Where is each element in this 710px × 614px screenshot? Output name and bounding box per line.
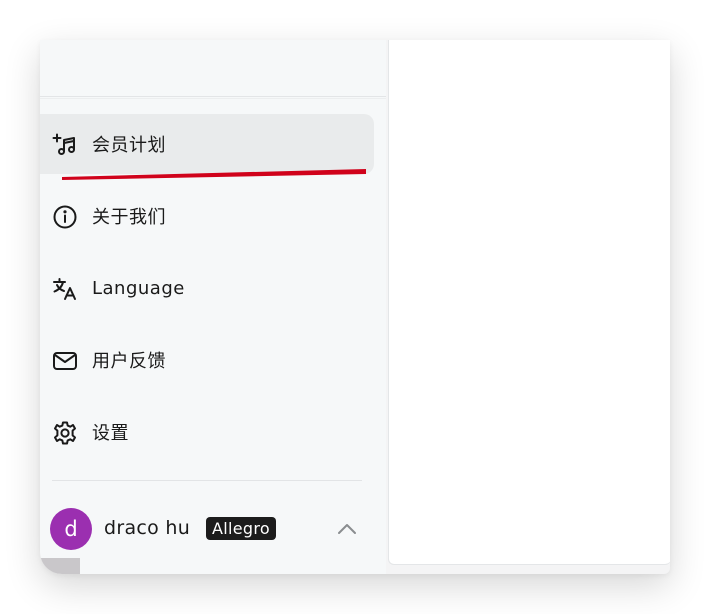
annotation-underline xyxy=(62,169,366,180)
sidebar-item-about-us[interactable]: 关于我们 xyxy=(40,186,374,246)
bottom-edge-strip xyxy=(40,558,80,574)
sidebar-top-divider-secondary xyxy=(40,98,386,99)
gear-icon xyxy=(52,420,78,446)
sidebar-item-feedback[interactable]: 用户反馈 xyxy=(40,330,374,390)
sidebar-item-label: 设置 xyxy=(92,423,129,444)
app-window: 会员计划 关于我们 Language 用户反馈 设置 d draco hu Al… xyxy=(40,40,670,574)
sidebar: 会员计划 关于我们 Language 用户反馈 设置 d draco hu Al… xyxy=(40,40,386,574)
chevron-up-icon[interactable] xyxy=(336,518,358,540)
sidebar-top-divider xyxy=(40,96,386,97)
sidebar-item-label: 关于我们 xyxy=(92,207,166,228)
user-name: draco hu xyxy=(104,517,191,539)
music-note-plus-icon xyxy=(52,132,78,158)
sidebar-item-settings[interactable]: 设置 xyxy=(40,402,374,462)
screen: 会员计划 关于我们 Language 用户反馈 设置 d draco hu Al… xyxy=(0,0,710,614)
content-panel xyxy=(388,40,670,565)
mail-icon xyxy=(52,348,78,374)
sidebar-item-label: Language xyxy=(92,277,185,299)
translate-icon xyxy=(52,276,78,302)
plan-badge: Allegro xyxy=(206,517,276,540)
avatar[interactable]: d xyxy=(50,508,92,550)
sidebar-item-label: 用户反馈 xyxy=(92,351,166,372)
info-circle-icon xyxy=(52,204,78,230)
user-account-row[interactable]: d draco hu Allegro xyxy=(40,506,386,552)
sidebar-item-language[interactable]: Language xyxy=(40,258,374,318)
sidebar-item-label: 会员计划 xyxy=(92,135,166,156)
sidebar-bottom-divider xyxy=(52,480,362,481)
sidebar-item-membership-plan[interactable]: 会员计划 xyxy=(40,114,374,174)
